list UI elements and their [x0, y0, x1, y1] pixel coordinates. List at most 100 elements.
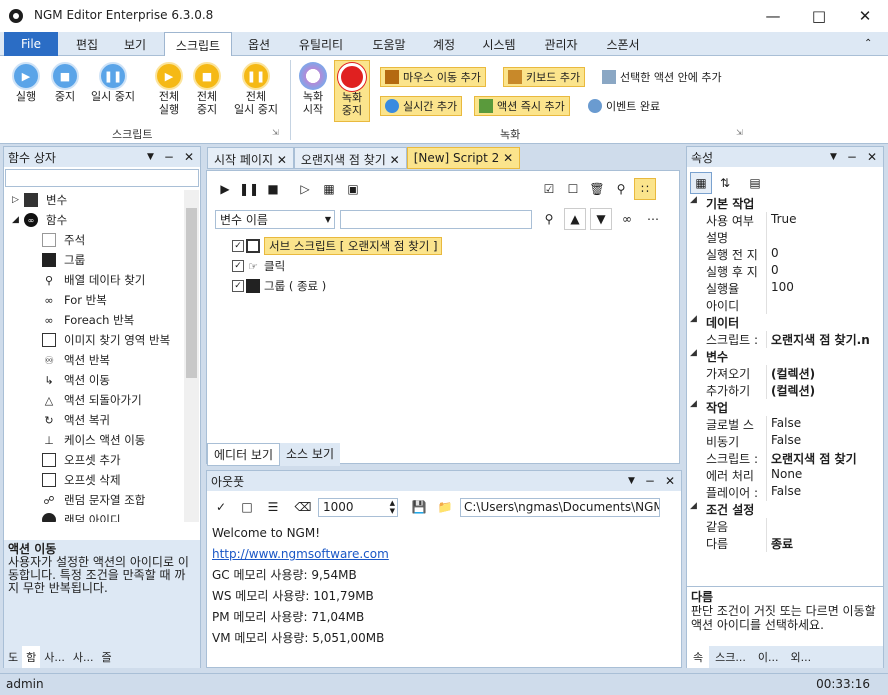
property-category[interactable]: ◢ 작업: [690, 399, 882, 416]
function-search-input[interactable]: [5, 169, 199, 187]
pause-button[interactable]: ❚❚ 일시 중지: [86, 62, 140, 103]
add-keyboard-button[interactable]: 키보드 추가: [503, 67, 586, 87]
menu-options[interactable]: 옵션: [236, 32, 282, 56]
tree-item-action-loop[interactable]: ♾ 액션 반복: [6, 350, 184, 370]
scrollbar-thumb[interactable]: [186, 208, 197, 378]
categorized-icon[interactable]: ▦: [690, 172, 712, 194]
maximize-button[interactable]: □: [796, 0, 842, 32]
property-row[interactable]: 스크립트 : 오랜지색 점 찾기.n: [690, 331, 882, 348]
collapse-icon[interactable]: ◢: [690, 348, 706, 365]
property-category[interactable]: ◢ 데이터: [690, 314, 882, 331]
property-row[interactable]: 사용 여부 True: [690, 212, 882, 229]
variable-search-input[interactable]: [340, 210, 532, 229]
tree-item-functions[interactable]: ◢ ∞ 함수: [6, 210, 184, 230]
add-in-action-button[interactable]: 선택한 액션 안에 추가: [602, 69, 722, 85]
tab-user[interactable]: 사...: [40, 646, 69, 668]
tab-properties[interactable]: 속: [687, 646, 710, 668]
log-path-field[interactable]: C:\Users\ngmas\Documents\NGM6\: [460, 497, 660, 517]
save-icon[interactable]: 💾: [408, 496, 430, 518]
property-row[interactable]: 추가하기 (컬렉션): [690, 382, 882, 399]
close-icon[interactable]: ✕: [184, 150, 194, 164]
tab-docs[interactable]: 도: [4, 646, 22, 668]
tab-source-view[interactable]: 소스 보기: [280, 443, 340, 466]
eraser-icon[interactable]: ⌫: [292, 496, 314, 518]
menu-utility[interactable]: 유틸리티: [290, 32, 352, 56]
event-done-button[interactable]: 이벤트 완료: [588, 98, 660, 114]
script-row[interactable]: ✓ 그룹 ( 종료 ): [232, 276, 442, 296]
collapse-icon[interactable]: ◢: [12, 215, 24, 225]
tab-image[interactable]: 이...: [752, 646, 785, 668]
menu-icon[interactable]: ☰: [262, 496, 284, 518]
dialog-launcher-icon[interactable]: ⇲: [272, 128, 279, 137]
dropdown-icon[interactable]: ▼: [628, 476, 635, 486]
move-up-icon[interactable]: ▲: [564, 208, 586, 230]
property-category[interactable]: ◢ 기본 작업: [690, 195, 882, 212]
script-row[interactable]: ✓ 서브 스크립트 [ 오랜지색 점 찾기 ]: [232, 236, 443, 256]
tree-item-random-string[interactable]: ☍ 랜덤 문자열 조합: [6, 490, 184, 510]
tab-new-script[interactable]: [New] Script 2 ✕: [406, 147, 521, 169]
clean-icon[interactable]: ✓: [210, 496, 232, 518]
tree-item-action-return[interactable]: ↻ 액션 복귀: [6, 410, 184, 430]
collapse-icon[interactable]: ◢: [690, 501, 706, 518]
tree-item-variables[interactable]: ▷ 변수: [6, 190, 184, 210]
close-icon[interactable]: ✕: [867, 150, 877, 164]
tree-item-random-id[interactable]: 랜덤 아이디: [6, 510, 184, 522]
close-icon[interactable]: ✕: [665, 474, 675, 488]
tree-item-image-area-loop[interactable]: 이미지 찾기 영역 반복: [6, 330, 184, 350]
tab-orange-dot[interactable]: 오랜지색 점 찾기 ✕: [293, 147, 407, 169]
stop-all-button[interactable]: ■ 전체 중지: [190, 62, 224, 116]
tab-script[interactable]: 스크...: [709, 646, 752, 668]
dropdown-icon[interactable]: ▼: [147, 152, 154, 162]
tree-item-offset-add[interactable]: 오프셋 추가: [6, 450, 184, 470]
tab-favorites[interactable]: 즐: [98, 646, 116, 668]
stepper-arrows-icon[interactable]: ▲ ▼: [390, 499, 395, 515]
step-icon[interactable]: ▷: [294, 178, 316, 200]
tree-item-for-loop[interactable]: ∞ For 반복: [6, 290, 184, 310]
tree-view-icon[interactable]: ∷: [634, 178, 656, 200]
move-down-icon[interactable]: ▼: [590, 208, 612, 230]
tree-item-comment[interactable]: 주석: [6, 230, 184, 250]
pin-icon[interactable]: −: [164, 150, 174, 164]
add-mouse-move-button[interactable]: 마우스 이동 추가: [380, 67, 486, 87]
tree-item-offset-delete[interactable]: 오프셋 삭제: [6, 470, 184, 490]
script-row[interactable]: ✓ ☞ 클릭: [232, 256, 442, 276]
menu-view[interactable]: 보기: [112, 32, 158, 56]
sort-alpha-icon[interactable]: ⇅: [714, 172, 736, 194]
property-row[interactable]: 같음: [690, 518, 882, 535]
property-pages-icon[interactable]: ▤: [744, 172, 766, 194]
add-action-now-button[interactable]: 액션 즉시 추가: [474, 96, 570, 116]
menu-admin[interactable]: 관리자: [534, 32, 588, 56]
property-row[interactable]: 실행율 100: [690, 280, 882, 297]
property-row[interactable]: 아이디: [690, 297, 882, 314]
run-button[interactable]: ▶ 실행: [10, 62, 42, 103]
property-row[interactable]: 실행 후 지0: [690, 263, 882, 280]
line-limit-stepper[interactable]: 1000 ▲ ▼: [318, 497, 398, 517]
tree-item-array-find[interactable]: ⚲ 배열 데이타 찾기: [6, 270, 184, 290]
check-all-icon[interactable]: ☑: [538, 178, 560, 200]
tab-start-page[interactable]: 시작 페이지 ✕: [207, 147, 294, 169]
pause-all-button[interactable]: ❚❚ 전체 일시 중지: [228, 62, 284, 116]
tree-item-case-action-move[interactable]: ⊥ 케이스 액션 이동: [6, 430, 184, 450]
menu-account[interactable]: 계정: [424, 32, 464, 56]
pin-icon[interactable]: −: [847, 150, 857, 164]
checkbox[interactable]: ✓: [232, 280, 244, 292]
loop-icon[interactable]: ∞: [616, 208, 638, 230]
property-row[interactable]: 실행 전 지0: [690, 246, 882, 263]
search-icon[interactable]: ⚲: [610, 178, 632, 200]
run-from-icon[interactable]: ▣: [342, 178, 364, 200]
dropdown-icon[interactable]: ▼: [830, 152, 837, 162]
property-row[interactable]: 플레이어 : False: [690, 484, 882, 501]
tree-item-foreach-loop[interactable]: ∞ Foreach 반복: [6, 310, 184, 330]
collapse-ribbon-icon[interactable]: ⌃: [864, 38, 872, 49]
tab-external[interactable]: 외...: [784, 646, 817, 668]
folder-icon[interactable]: 📁: [434, 496, 456, 518]
menu-help[interactable]: 도움말: [362, 32, 416, 56]
variable-select[interactable]: 변수 이름 ▼: [215, 210, 335, 229]
record-stop-button[interactable]: 녹화 중지: [334, 60, 370, 122]
checkbox[interactable]: ✓: [232, 260, 244, 272]
add-realtime-button[interactable]: 실시간 추가: [380, 96, 463, 116]
search-icon[interactable]: ⚲: [538, 208, 560, 230]
tree-item-action-move[interactable]: ↳ 액션 이동: [6, 370, 184, 390]
tree-scrollbar[interactable]: [184, 190, 199, 522]
menu-edit[interactable]: 편집: [64, 32, 110, 56]
